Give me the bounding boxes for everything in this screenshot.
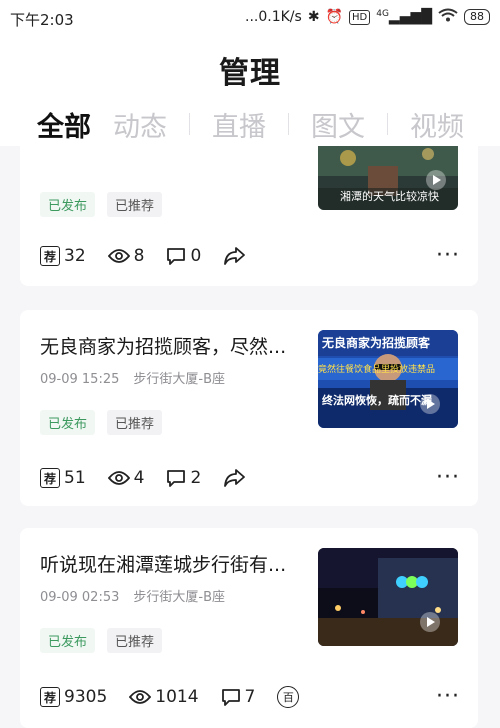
share-button[interactable] <box>223 246 246 266</box>
post-stats: 荐 51 4 2 ··· <box>40 467 460 489</box>
post-card[interactable]: 听说现在湘潭莲城步行街有... 09-09 02:53 步行街大厦-B座 已发布 … <box>20 528 478 728</box>
post-tags: 已发布 已推荐 <box>40 628 163 653</box>
tab-divider <box>387 113 388 135</box>
post-time: 09-09 15:25 <box>40 372 120 387</box>
thumbnail-subcaption: 终法网恢恢，疏而不漏 <box>322 394 432 407</box>
recommend-count: 51 <box>64 468 86 488</box>
post-location: 步行街大厦-B座 <box>133 590 225 605</box>
tab-all[interactable]: 全部 <box>0 105 113 144</box>
recommend-count: 32 <box>64 246 86 266</box>
status-badge: 已发布 <box>40 628 96 653</box>
recommend-stat: 荐 32 <box>40 246 86 266</box>
post-meta: 09-09 15:25 步行街大厦-B座 <box>40 368 225 387</box>
eye-icon <box>107 471 130 485</box>
views-stat: 4 <box>107 468 145 488</box>
tab-image-text[interactable]: 图文 <box>311 105 387 144</box>
status-badge: 已发布 <box>40 192 96 217</box>
tab-dynamic[interactable]: 动态 <box>113 105 189 144</box>
status-bar: 下午2:03 ...0.1K/s ✱ ⏰ HD 4G▂▄▆█ 88 <box>0 0 500 36</box>
status-right: ...0.1K/s ✱ ⏰ HD 4G▂▄▆█ 88 <box>245 8 490 26</box>
views-count: 8 <box>133 246 145 266</box>
tab-live[interactable]: 直播 <box>212 105 288 144</box>
eye-icon <box>107 249 130 263</box>
recommend-count: 9305 <box>64 687 108 707</box>
thumbnail-caption: 无良商家为招揽顾客 <box>322 336 431 350</box>
thumbnail-subcaption: 竟然往餐饮食品里投放违禁品 <box>318 365 436 375</box>
post-time: 09-09 02:53 <box>40 590 120 605</box>
post-stats: 荐 9305 1014 7 百 ··· <box>40 686 460 708</box>
thumbnail-caption: 湘潭的天气比较凉快 <box>340 190 439 203</box>
tab-bar: 全部 动态 直播 图文 视频 <box>0 102 500 146</box>
views-count: 1014 <box>155 687 199 707</box>
battery-icon: 88 <box>464 9 490 25</box>
comment-icon <box>221 689 240 706</box>
comment-icon <box>167 470 186 487</box>
tab-divider <box>288 113 289 135</box>
post-thumbnail[interactable]: 无良商家为招揽顾客 竟然往餐饮食品里投放违禁品 终法网恢恢，疏而不漏 <box>318 330 458 428</box>
post-tags: 已发布 已推荐 <box>40 192 163 217</box>
status-time: 下午2:03 <box>10 11 74 29</box>
post-location: 步行街大厦-B座 <box>133 372 225 387</box>
comments-count: 0 <box>190 246 202 266</box>
comments-stat[interactable]: 2 <box>166 468 201 488</box>
hd-icon: HD <box>348 9 371 25</box>
recommend-icon: 荐 <box>40 687 60 707</box>
post-title[interactable]: 听说现在湘潭莲城步行街有... <box>40 550 286 577</box>
post-meta: 09-09 02:53 步行街大厦-B座 <box>40 586 225 605</box>
wifi-icon <box>438 8 458 26</box>
recommend-badge: 已推荐 <box>107 628 163 653</box>
post-thumbnail[interactable]: 湘潭的天气比较凉快 <box>318 146 458 210</box>
comments-stat[interactable]: 0 <box>166 246 201 266</box>
comment-icon <box>167 248 186 265</box>
eye-icon <box>129 690 152 704</box>
views-stat: 8 <box>107 246 145 266</box>
share-icon <box>224 469 246 487</box>
tab-video[interactable]: 视频 <box>410 105 486 144</box>
more-options-button[interactable]: ··· <box>436 686 460 708</box>
comments-count: 2 <box>190 468 202 488</box>
more-options-button[interactable]: ··· <box>436 467 460 489</box>
tab-divider <box>189 113 190 135</box>
post-stats: 荐 32 8 0 ··· <box>40 245 460 267</box>
recommend-stat: 荐 51 <box>40 468 86 488</box>
header: 管理 全部 动态 直播 图文 视频 <box>0 36 500 146</box>
recommend-stat: 荐 9305 <box>40 687 107 707</box>
post-card[interactable]: 无良商家为招揽顾客，尽然... 09-09 15:25 步行街大厦-B座 已发布 … <box>20 310 478 506</box>
recommend-icon: 荐 <box>40 246 60 266</box>
alarm-icon: ⏰ <box>325 9 343 25</box>
network-speed: ...0.1K/s <box>245 9 302 25</box>
comments-stat[interactable]: 7 <box>221 687 256 707</box>
bluetooth-icon: ✱ <box>307 9 320 25</box>
post-title[interactable]: 无良商家为招揽顾客，尽然... <box>40 332 286 359</box>
page-title: 管理 <box>219 56 281 91</box>
post-tags: 已发布 已推荐 <box>40 410 163 435</box>
share-icon <box>224 247 246 265</box>
post-card[interactable]: 已发布 已推荐 湘潭的天气比较凉快 荐 32 8 0 ··· <box>20 146 478 286</box>
recommend-badge: 已推荐 <box>107 410 163 435</box>
views-count: 4 <box>133 468 145 488</box>
more-options-button[interactable]: ··· <box>436 245 460 267</box>
comments-count: 7 <box>244 687 256 707</box>
hundred-icon: 百 <box>277 686 300 708</box>
hundred-button[interactable]: 百 <box>277 686 300 708</box>
share-button[interactable] <box>223 468 246 488</box>
post-thumbnail[interactable] <box>318 548 458 646</box>
signal-icon: 4G▂▄▆█ <box>376 9 432 25</box>
status-badge: 已发布 <box>40 410 96 435</box>
recommend-badge: 已推荐 <box>107 192 163 217</box>
recommend-icon: 荐 <box>40 468 60 488</box>
views-stat: 1014 <box>129 687 199 707</box>
